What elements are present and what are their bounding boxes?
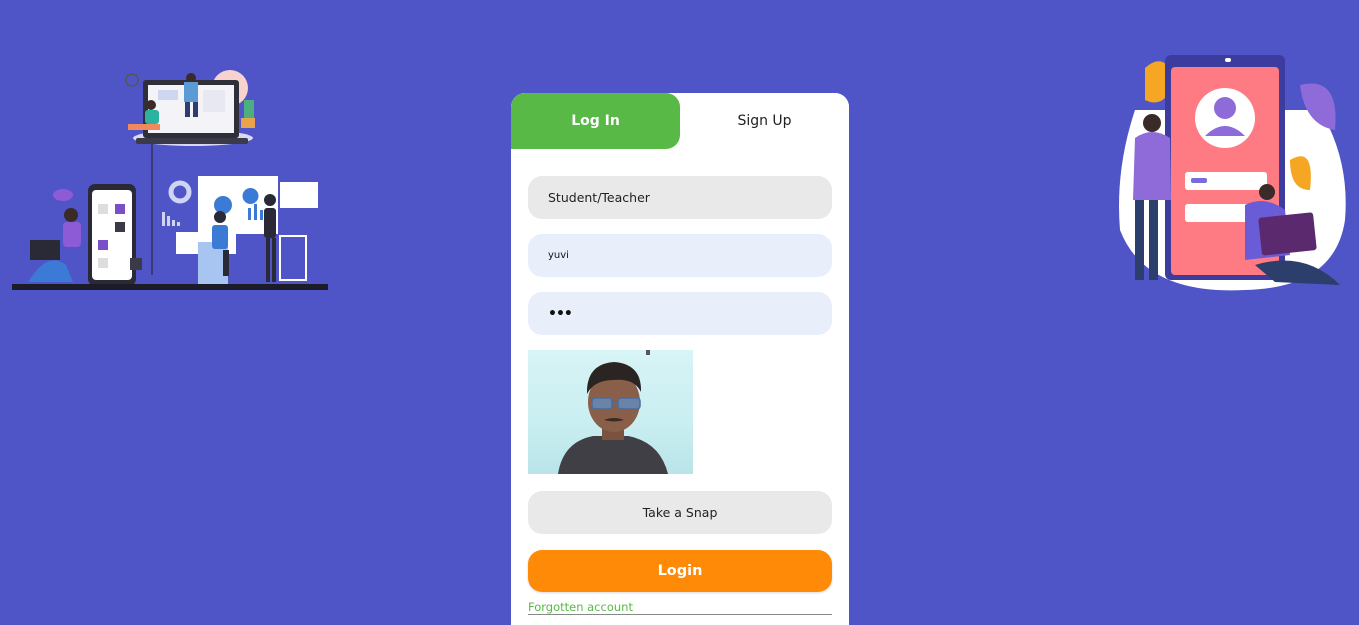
login-form: Student/Teacher yuvi ••• Take a Snap Log… <box>528 176 832 615</box>
username-field[interactable]: yuvi <box>528 234 832 277</box>
take-snap-button[interactable]: Take a Snap <box>528 491 832 534</box>
webcam-preview <box>528 350 693 474</box>
password-field[interactable]: ••• <box>528 292 832 335</box>
role-select[interactable]: Student/Teacher <box>528 176 832 219</box>
tab-login[interactable]: Log In <box>511 93 680 149</box>
login-button[interactable]: Login <box>528 550 832 592</box>
tab-signup[interactable]: Sign Up <box>680 93 849 149</box>
forgotten-account-link[interactable]: Forgotten account <box>528 600 832 615</box>
online-learning-illustration <box>12 70 328 290</box>
auth-tabs: Log In Sign Up <box>511 93 849 149</box>
user-login-illustration <box>1119 55 1346 291</box>
webcam-person-image <box>558 350 668 474</box>
auth-card: Log In Sign Up Student/Teacher yuvi ••• <box>511 93 849 625</box>
